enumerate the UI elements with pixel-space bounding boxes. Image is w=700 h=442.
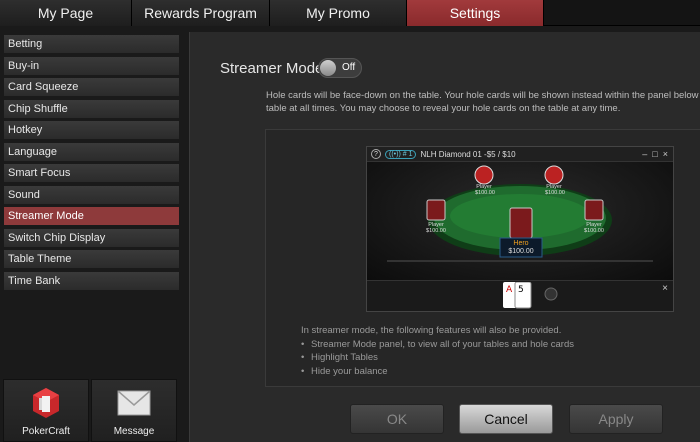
tab-my-promo[interactable]: My Promo xyxy=(270,0,407,26)
message-label: Message xyxy=(113,426,155,437)
feature-item: Highlight Tables xyxy=(301,351,574,365)
cancel-button[interactable]: Cancel xyxy=(459,404,553,434)
features-list: In streamer mode, the following features… xyxy=(301,324,574,378)
feature-item: Hide your balance xyxy=(301,365,574,379)
sidebar-item-streamer-mode[interactable]: Streamer Mode xyxy=(3,206,180,226)
features-intro: In streamer mode, the following features… xyxy=(301,325,562,336)
sidebar-item-card-squeeze[interactable]: Card Squeeze xyxy=(3,77,180,97)
table-preview-window: ? ((•)) # 1 NLH Diamond 01 -$5 / $10 – □… xyxy=(366,146,674,312)
tab-my-page[interactable]: My Page xyxy=(0,0,132,26)
table-title: NLH Diamond 01 -$5 / $10 xyxy=(420,149,516,159)
feature-item: Streamer Mode panel, to view all of your… xyxy=(301,338,574,352)
hole-cards-panel: A 5 × xyxy=(367,280,673,311)
settings-panel: Streamer Mode Off Hole cards will be fac… xyxy=(189,32,700,442)
description-line-1: Hole cards will be face-down on the tabl… xyxy=(266,90,700,101)
close-icon[interactable]: × xyxy=(663,149,668,159)
tab-settings[interactable]: Settings xyxy=(407,0,544,26)
hero-seat: Hero $100.00 xyxy=(508,240,534,255)
apply-button[interactable]: Apply xyxy=(569,404,663,434)
pokercraft-button[interactable]: PokerCraft xyxy=(3,379,89,442)
streamer-mode-title: Streamer Mode xyxy=(220,60,324,77)
toggle-state-label: Off xyxy=(342,62,356,73)
maximize-icon[interactable]: □ xyxy=(652,149,657,159)
sidebar-item-smart-focus[interactable]: Smart Focus xyxy=(3,163,180,183)
streamer-mode-description: Hole cards will be face-down on the tabl… xyxy=(266,90,700,115)
hole-card-2: 5 xyxy=(518,285,524,295)
table-title-bar: ? ((•)) # 1 NLH Diamond 01 -$5 / $10 – □… xyxy=(367,147,673,162)
tab-bar-filler xyxy=(544,0,700,25)
pokercraft-label: PokerCraft xyxy=(22,426,70,437)
tab-rewards-program[interactable]: Rewards Program xyxy=(132,0,270,26)
sidebar-item-betting[interactable]: Betting xyxy=(3,34,180,54)
window-controls: – □ × xyxy=(642,149,673,159)
seat-right: Player $100.00 xyxy=(584,222,604,234)
minimize-icon[interactable]: – xyxy=(642,149,647,159)
poker-table: Player $100.00 Player $100.00 Player $100.0… xyxy=(367,162,673,280)
streamer-mode-toggle[interactable]: Off xyxy=(318,58,362,78)
sidebar-item-time-bank[interactable]: Time Bank xyxy=(3,271,180,291)
hole-card-1: A xyxy=(506,285,513,295)
panel-close-icon[interactable]: × xyxy=(662,283,668,294)
top-tab-bar: My Page Rewards Program My Promo Setting… xyxy=(0,0,700,26)
sidebar-item-chip-shuffle[interactable]: Chip Shuffle xyxy=(3,99,180,119)
sidebar-item-buy-in[interactable]: Buy-in xyxy=(3,56,180,76)
seat-top-left: Player $100.00 xyxy=(475,184,495,196)
seat-top-right: Player $100.00 xyxy=(545,184,565,196)
ok-button[interactable]: OK xyxy=(350,404,444,434)
pokercraft-icon xyxy=(33,388,59,418)
description-line-2: table at all times. You may choose to re… xyxy=(266,102,621,114)
hole-cards: A 5 xyxy=(503,282,558,309)
toggle-knob xyxy=(320,60,336,76)
sidebar-item-hotkey[interactable]: Hotkey xyxy=(3,120,180,140)
envelope-icon xyxy=(117,390,151,416)
table-badge: ((•)) # 1 xyxy=(385,149,417,159)
seat-left: Player $100.00 xyxy=(426,222,446,234)
message-button[interactable]: Message xyxy=(91,379,177,442)
sidebar-item-language[interactable]: Language xyxy=(3,142,180,162)
sidebar-item-switch-chip-display[interactable]: Switch Chip Display xyxy=(3,228,180,248)
sidebar-item-sound[interactable]: Sound xyxy=(3,185,180,205)
help-icon: ? xyxy=(371,149,381,159)
poker-table-graphic xyxy=(387,165,653,262)
sidebar-item-table-theme[interactable]: Table Theme xyxy=(3,249,180,269)
